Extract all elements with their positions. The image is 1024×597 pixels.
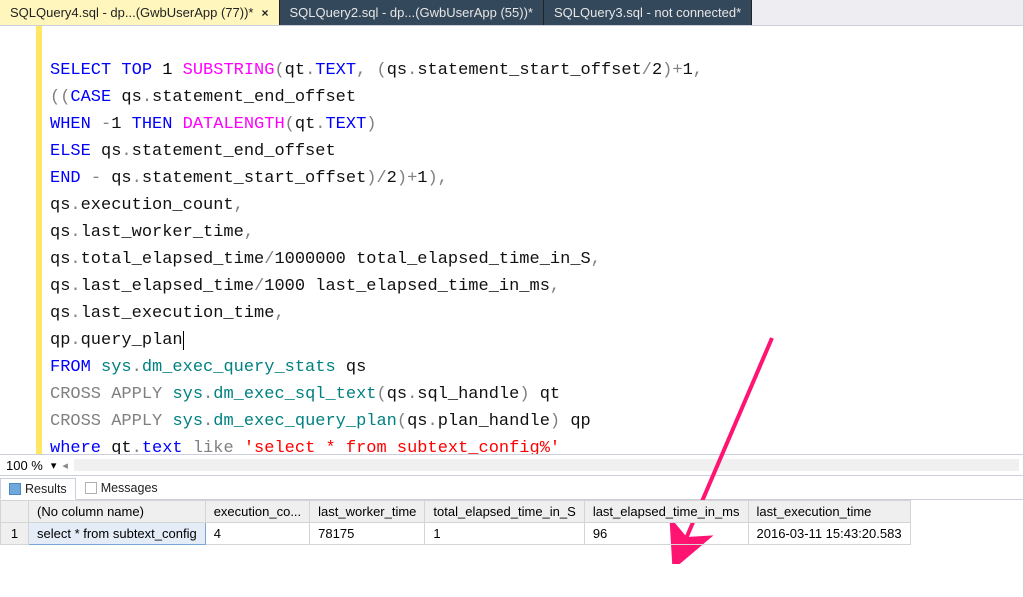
tab-messages[interactable]: Messages xyxy=(76,477,167,499)
results-grid[interactable]: (No column name) execution_co... last_wo… xyxy=(0,500,1023,545)
header-row: (No column name) execution_co... last_wo… xyxy=(1,501,911,523)
results-grid-wrap: (No column name) execution_co... last_wo… xyxy=(0,500,1023,597)
tab-query2[interactable]: SQLQuery2.sql - dp...(GwbUserApp (55))* xyxy=(280,0,544,25)
code-area[interactable]: SELECT TOP 1 SUBSTRING(qt.TEXT, (qs.stat… xyxy=(42,26,1023,454)
tab-label: SQLQuery3.sql - not connected* xyxy=(554,5,741,20)
close-icon[interactable]: × xyxy=(261,6,268,20)
tab-label: Messages xyxy=(101,481,158,495)
col-header[interactable]: last_execution_time xyxy=(748,501,910,523)
cell[interactable]: 2016-03-11 15:43:20.583 xyxy=(748,523,910,545)
chevron-down-icon[interactable]: ▾ xyxy=(51,459,57,472)
scroll-left-icon[interactable]: ◂ xyxy=(62,459,68,472)
col-header[interactable]: (No column name) xyxy=(29,501,206,523)
tab-label: SQLQuery4.sql - dp...(GwbUserApp (77))* xyxy=(10,5,253,20)
cell[interactable]: select * from subtext_config xyxy=(29,523,206,545)
cell[interactable]: 78175 xyxy=(310,523,425,545)
table-row[interactable]: 1 select * from subtext_config 4 78175 1… xyxy=(1,523,911,545)
editor-gutter xyxy=(0,26,36,454)
zoom-bar: 100 % ▾ ◂ xyxy=(0,454,1023,476)
results-icon xyxy=(9,483,21,495)
cell[interactable]: 4 xyxy=(205,523,309,545)
tab-query4[interactable]: SQLQuery4.sql - dp...(GwbUserApp (77))* … xyxy=(0,0,280,25)
tab-query3[interactable]: SQLQuery3.sql - not connected* xyxy=(544,0,752,25)
document-tabbar: SQLQuery4.sql - dp...(GwbUserApp (77))* … xyxy=(0,0,1023,26)
tab-label: SQLQuery2.sql - dp...(GwbUserApp (55))* xyxy=(290,5,533,20)
results-tabbar: Results Messages xyxy=(0,476,1023,500)
sql-editor[interactable]: SELECT TOP 1 SUBSTRING(qt.TEXT, (qs.stat… xyxy=(0,26,1023,454)
tab-label: Results xyxy=(25,482,67,496)
col-header[interactable]: execution_co... xyxy=(205,501,309,523)
messages-icon xyxy=(85,482,97,494)
row-corner[interactable] xyxy=(1,501,29,523)
horizontal-scrollbar[interactable] xyxy=(74,459,1019,471)
cell[interactable]: 1 xyxy=(425,523,584,545)
col-header[interactable]: total_elapsed_time_in_S xyxy=(425,501,584,523)
cell[interactable]: 96 xyxy=(584,523,748,545)
tab-results[interactable]: Results xyxy=(0,478,76,500)
row-number[interactable]: 1 xyxy=(1,523,29,545)
zoom-value[interactable]: 100 % xyxy=(4,458,45,473)
col-header[interactable]: last_worker_time xyxy=(310,501,425,523)
col-header[interactable]: last_elapsed_time_in_ms xyxy=(584,501,748,523)
